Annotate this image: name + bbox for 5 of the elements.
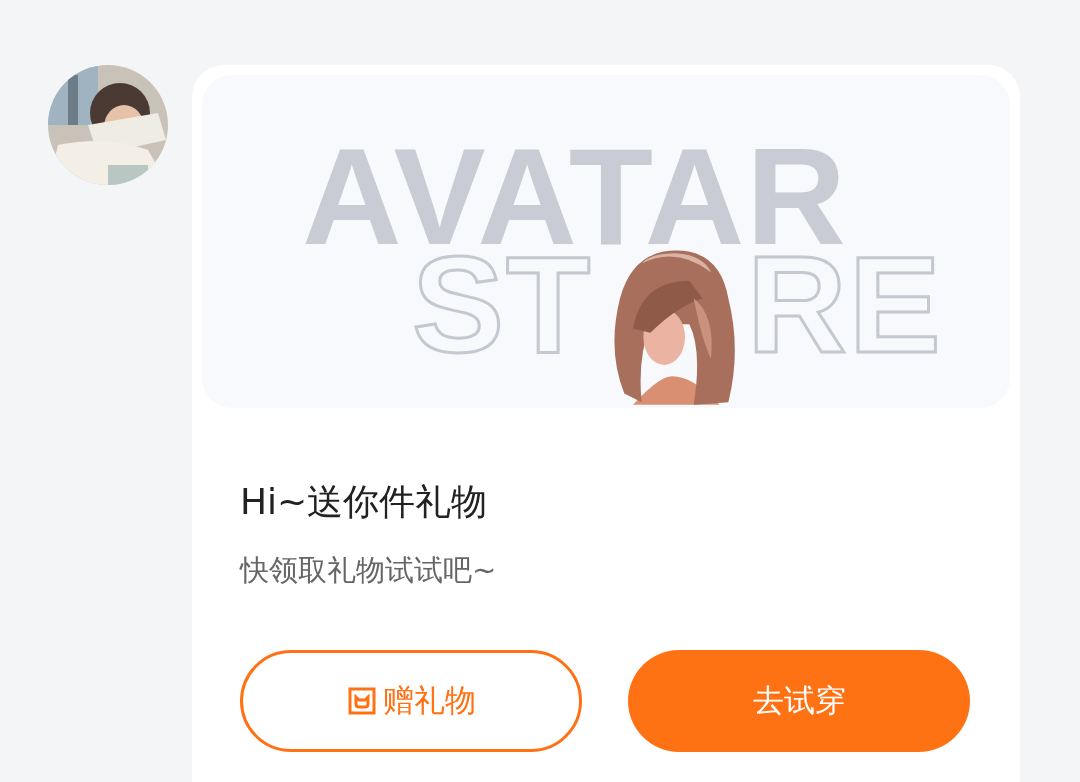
gift-back-button[interactable]: 赠礼物 — [240, 650, 582, 752]
try-on-button[interactable]: 去试穿 — [628, 650, 970, 752]
card-title: Hi~送你件礼物 — [240, 480, 489, 524]
card-subtitle: 快领取礼物试试吧~ — [240, 553, 498, 588]
gift-icon — [346, 686, 377, 716]
